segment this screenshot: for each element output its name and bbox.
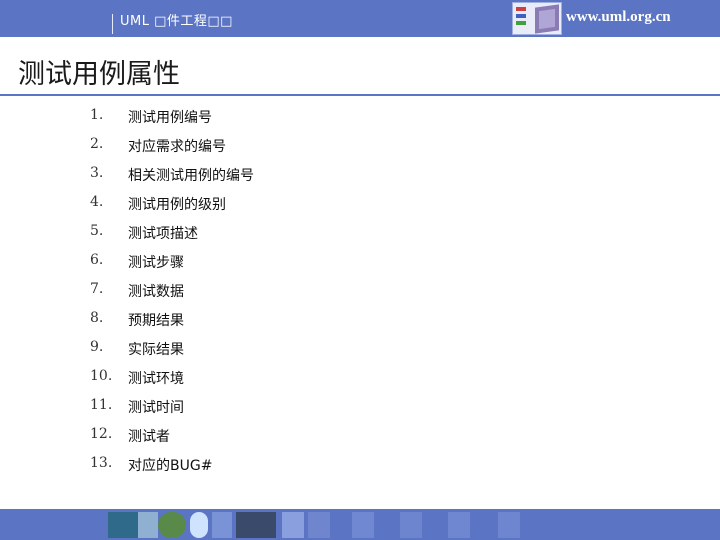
item-label: 测试者	[128, 429, 170, 445]
item-number: 3.	[90, 165, 104, 181]
header-bar: UML □件工程□□ www.uml.org.cn	[0, 0, 720, 37]
item-number: 10.	[90, 368, 113, 384]
item-number: 6.	[90, 252, 104, 268]
title-divider	[0, 94, 720, 96]
item-label: 测试项描述	[128, 226, 198, 242]
uml-logo	[512, 2, 562, 35]
footer-tile-image	[236, 512, 276, 538]
item-number: 13.	[90, 455, 113, 471]
item-number: 7.	[90, 281, 104, 297]
header-title: UML □件工程□□	[120, 14, 233, 29]
site-url: www.uml.org.cn	[566, 9, 671, 25]
footer-tile-image	[352, 512, 374, 538]
item-number: 2.	[90, 136, 104, 152]
item-number: 8.	[90, 310, 104, 326]
footer-tile-image	[138, 512, 158, 538]
footer-tile-image	[308, 512, 330, 538]
item-number: 11.	[90, 397, 113, 413]
item-label: 相关测试用例的编号	[128, 168, 254, 184]
logo-stripes	[516, 7, 526, 31]
footer-tile-image	[448, 512, 470, 538]
logo-cube-icon	[535, 4, 559, 34]
item-label: 测试用例编号	[128, 110, 212, 126]
footer-tile-image	[282, 512, 304, 538]
footer-bar	[0, 509, 720, 540]
item-label: 测试时间	[128, 400, 184, 416]
page-title: 测试用例属性	[18, 59, 180, 90]
item-label: 测试步骤	[128, 255, 184, 271]
item-number: 9.	[90, 339, 104, 355]
item-label: 对应需求的编号	[128, 139, 226, 155]
footer-tile-image	[212, 512, 232, 538]
item-label: 实际结果	[128, 342, 184, 358]
item-label: 对应的BUG#	[128, 458, 213, 474]
item-number: 1.	[90, 107, 104, 123]
footer-tile-image	[158, 512, 186, 538]
footer-tile-image	[108, 512, 138, 538]
footer-tile-image	[400, 512, 422, 538]
footer-tile-image	[498, 512, 520, 538]
item-label: 测试环境	[128, 371, 184, 387]
header-divider	[112, 14, 113, 34]
item-label: 预期结果	[128, 313, 184, 329]
item-number: 4.	[90, 194, 104, 210]
footer-tile-image	[190, 512, 208, 538]
item-label: 测试数据	[128, 284, 184, 300]
item-label: 测试用例的级别	[128, 197, 226, 213]
item-number: 12.	[90, 426, 113, 442]
item-number: 5.	[90, 223, 104, 239]
